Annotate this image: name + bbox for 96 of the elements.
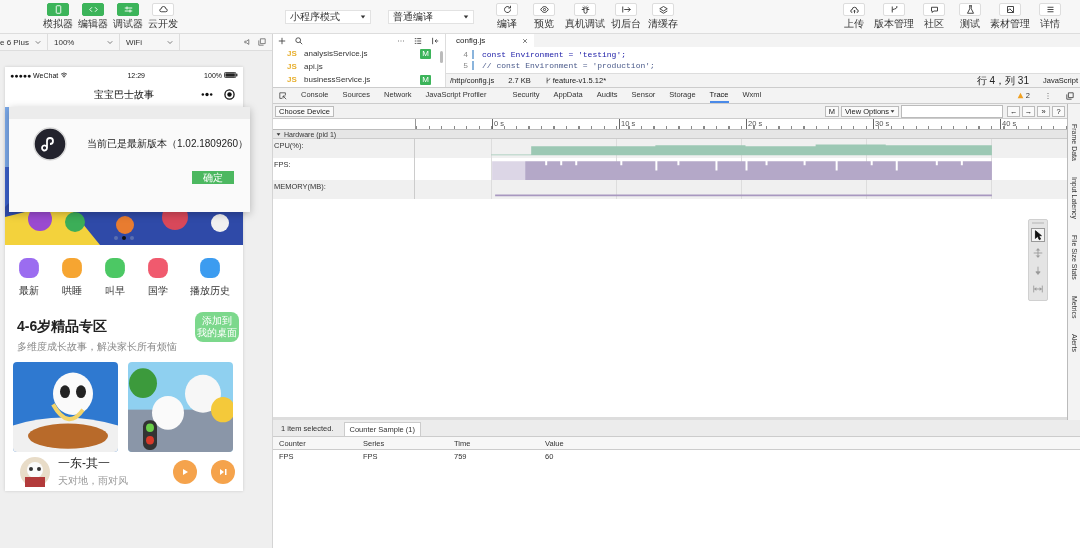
refresh-icon[interactable] — [496, 3, 518, 16]
category-label[interactable]: 叫早 — [104, 284, 125, 298]
toolbar-label: 模拟器 — [43, 18, 73, 30]
caret-icon — [890, 108, 895, 114]
mode-select[interactable]: 小程序模式 — [285, 9, 371, 24]
caret-icon — [360, 13, 366, 20]
file-type-label: JS — [287, 49, 298, 58]
dialog-message: 当前已是最新版本（1.02.1809260） — [87, 137, 249, 151]
round-icon[interactable] — [147, 257, 170, 279]
select-value: 100% — [54, 37, 75, 47]
select-value: WiFi — [126, 37, 142, 47]
category-label[interactable]: 哄睡 — [61, 284, 82, 298]
window-icon[interactable] — [258, 38, 266, 46]
chevron-icon — [167, 39, 173, 45]
status-badge: M — [420, 74, 431, 85]
toolbar-label: 测试 — [960, 18, 980, 30]
bug-icon[interactable] — [574, 3, 596, 16]
round-icon[interactable] — [199, 257, 222, 279]
line-number: 4 — [446, 50, 474, 59]
record-icon[interactable] — [224, 89, 235, 100]
page-title: 宝宝巴士故事 — [94, 88, 154, 102]
file-name[interactable]: api.js — [304, 62, 323, 71]
sliders-icon[interactable] — [117, 3, 139, 16]
toolbar-label: 上传 — [844, 18, 864, 30]
file-type-label: JS — [287, 62, 298, 71]
carousel-dot[interactable] — [130, 236, 134, 240]
select-value: 普通编译 — [393, 9, 433, 24]
speaker-icon[interactable] — [244, 38, 252, 46]
file-type-label: JS — [287, 75, 298, 84]
status-badge: M — [420, 48, 431, 59]
carousel-dot[interactable] — [122, 236, 126, 240]
toolbar-label: 社区 — [924, 18, 944, 30]
cloud-icon[interactable] — [152, 3, 174, 16]
search-icon[interactable] — [295, 36, 303, 45]
category-label[interactable]: 国学 — [148, 284, 169, 298]
list-icon[interactable] — [414, 36, 422, 45]
toolbar-label: 调试器 — [113, 18, 143, 30]
warning-icon — [1016, 92, 1024, 99]
skip-next-icon — [218, 466, 228, 477]
layers-icon[interactable] — [652, 3, 674, 16]
wifi-icon — [60, 72, 69, 78]
toolbar-label: 版本管理 — [874, 18, 914, 30]
battery-icon — [224, 72, 238, 78]
inspect-icon[interactable] — [279, 91, 287, 100]
collapse-icon[interactable] — [431, 36, 439, 45]
toolbar-label: 素材管理 — [990, 18, 1030, 30]
code-line: // const Environment = 'production'; — [482, 61, 655, 70]
add-icon[interactable] — [278, 36, 286, 45]
toolbar-label: 清缓存 — [648, 18, 678, 30]
compile-select[interactable]: 普通编译 — [388, 9, 474, 24]
round-icon[interactable] — [17, 257, 40, 279]
select-value: e 6 Plus — [0, 37, 29, 47]
category-label[interactable]: 播放历史 — [190, 284, 231, 298]
cursor-position: 行 4，列 31 — [976, 73, 1029, 88]
fps-graph-start — [492, 161, 526, 180]
toolbar-label: 详情 — [1040, 18, 1060, 30]
more-icon[interactable] — [200, 92, 214, 97]
flask-icon[interactable] — [959, 3, 981, 16]
search-field[interactable] — [901, 104, 1003, 118]
network-select[interactable]: WiFi — [120, 34, 180, 50]
upload-icon[interactable] — [843, 3, 865, 16]
carousel-dot[interactable] — [114, 236, 118, 240]
chevron-icon — [107, 39, 113, 45]
branch-icon — [544, 77, 552, 84]
toolbar-label: 编译 — [497, 18, 517, 30]
file-name[interactable]: analysisService.js — [304, 49, 368, 58]
logo-icon — [33, 127, 67, 161]
line-number: 5 — [446, 61, 474, 70]
pointer-icon[interactable] — [1031, 228, 1045, 242]
expand-caret-icon[interactable] — [276, 131, 281, 137]
section-title: 4-6岁精品专区 — [17, 318, 109, 336]
track-title: 一东-其一 — [58, 455, 111, 472]
play-icon — [180, 466, 190, 477]
category-label[interactable]: 最新 — [18, 284, 39, 298]
branch-icon[interactable] — [883, 3, 905, 16]
close-icon[interactable] — [522, 37, 528, 44]
select-value: 小程序模式 — [290, 9, 340, 24]
toolbar-label: 真机调试 — [565, 18, 605, 30]
code-line: const Environment = 'testing'; — [482, 50, 627, 59]
chevron-icon — [35, 39, 41, 45]
image-icon[interactable] — [999, 3, 1021, 16]
section-subtitle: 多维度成长故事，解决家长所有烦恼 — [17, 340, 178, 354]
toolbar-label: 切后台 — [611, 18, 641, 30]
caret-icon — [463, 13, 469, 20]
dock-icon[interactable] — [1066, 91, 1074, 100]
toolbar-label: 预览 — [534, 18, 554, 30]
chat-icon[interactable] — [923, 3, 945, 16]
toolbar-label: 云开发 — [148, 18, 178, 30]
zoom-select[interactable]: 100% — [48, 34, 120, 50]
device-select[interactable]: e 6 Plus — [0, 34, 48, 50]
track-subtitle: 天对地，雨对风 — [58, 474, 128, 488]
file-name[interactable]: businessService.js — [304, 75, 371, 84]
editor-tab[interactable]: config.js — [446, 34, 534, 47]
eye-icon[interactable] — [533, 3, 555, 16]
menu-icon[interactable] — [1039, 3, 1061, 16]
toolbar-label: 编辑器 — [78, 18, 108, 30]
